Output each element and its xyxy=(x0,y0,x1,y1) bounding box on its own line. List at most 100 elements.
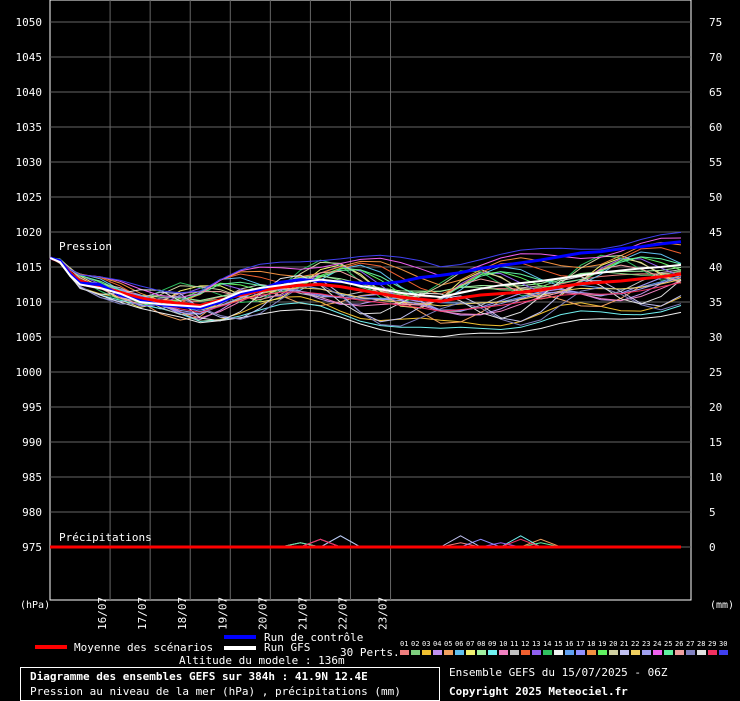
y-tick-left: 1005 xyxy=(16,331,43,344)
pert-color-swatch xyxy=(697,650,706,655)
copyright: Copyright 2025 Meteociel.fr xyxy=(449,685,628,698)
pert-color-swatch xyxy=(510,650,519,655)
x-tick-label: 16/07 xyxy=(96,597,109,630)
x-tick-label: 19/07 xyxy=(216,597,229,630)
y-tick-right: 70 xyxy=(709,51,722,64)
y-tick-left: 1045 xyxy=(16,51,43,64)
mean-legend-swatch xyxy=(35,645,67,649)
y-tick-right: 75 xyxy=(709,16,722,29)
y-tick-right: 0 xyxy=(709,541,716,554)
y-tick-left: 1015 xyxy=(16,261,43,274)
pert-color-swatch xyxy=(411,650,420,655)
pert-number: 03 xyxy=(422,640,431,648)
y-tick-left: 1025 xyxy=(16,191,43,204)
pert-number: 02 xyxy=(411,640,420,648)
pert-color-swatch xyxy=(521,650,530,655)
pert-number: 29 xyxy=(708,640,717,648)
pert-number: 07 xyxy=(466,640,475,648)
y-tick-right: 35 xyxy=(709,296,722,309)
pert-number: 27 xyxy=(686,640,695,648)
y-tick-right: 10 xyxy=(709,471,722,484)
pert-number: 20 xyxy=(609,640,618,648)
y-tick-left: 1020 xyxy=(16,226,43,239)
x-tick-label: 23/07 xyxy=(377,597,390,630)
pert-color-swatch xyxy=(631,650,640,655)
pert-color-swatch xyxy=(598,650,607,655)
pert-color-swatch xyxy=(455,650,464,655)
left-axis-unit: (hPa) xyxy=(20,600,51,611)
pert-number: 23 xyxy=(642,640,651,648)
pert-number: 11 xyxy=(510,640,519,648)
pert-number: 01 xyxy=(400,640,409,648)
x-tick-label: 22/07 xyxy=(336,597,349,630)
y-tick-left: 975 xyxy=(22,541,42,554)
pert-number: 13 xyxy=(532,640,541,648)
pert-color-swatch xyxy=(499,650,508,655)
precip-label: Précipitations xyxy=(59,531,152,544)
pert-color-swatch xyxy=(664,650,673,655)
y-tick-left: 1010 xyxy=(16,296,43,309)
y-tick-right: 40 xyxy=(709,261,722,274)
pert-color-swatch xyxy=(532,650,541,655)
x-tick-label: 18/07 xyxy=(176,597,189,630)
pert-color-swatch xyxy=(708,650,717,655)
gfs-legend-label: Run GFS xyxy=(264,641,311,654)
pert-number: 10 xyxy=(499,640,508,648)
pert-number: 19 xyxy=(598,640,607,648)
chart-subtitle: Pression au niveau de la mer (hPa) , pré… xyxy=(30,685,401,698)
y-tick-left: 1000 xyxy=(16,366,43,379)
y-tick-right: 50 xyxy=(709,191,722,204)
y-tick-right: 60 xyxy=(709,121,722,134)
pert-number: 15 xyxy=(554,640,563,648)
pert-number: 24 xyxy=(653,640,662,648)
pert-color-swatch xyxy=(642,650,651,655)
pert-color-swatch xyxy=(477,650,486,655)
pert-color-swatch xyxy=(554,650,563,655)
pert-number: 25 xyxy=(664,640,673,648)
pert-number: 26 xyxy=(675,640,684,648)
y-tick-right: 65 xyxy=(709,86,722,99)
y-tick-right: 15 xyxy=(709,436,722,449)
y-tick-right: 45 xyxy=(709,226,722,239)
mean-legend-label: Moyenne des scénarios xyxy=(74,641,214,654)
y-tick-right: 55 xyxy=(709,156,722,169)
x-tick-label: 20/07 xyxy=(256,597,269,630)
pert-color-swatch xyxy=(422,650,431,655)
right-axis-unit: (mm) xyxy=(710,600,735,611)
pert-number: 06 xyxy=(455,640,464,648)
y-tick-left: 995 xyxy=(22,401,42,414)
y-tick-left: 980 xyxy=(22,506,42,519)
run-info: Ensemble GEFS du 15/07/2025 - 06Z xyxy=(449,666,668,679)
y-tick-left: 990 xyxy=(22,436,42,449)
pert-color-swatch xyxy=(576,650,585,655)
x-tick-label: 17/07 xyxy=(136,597,149,630)
y-tick-right: 30 xyxy=(709,331,722,344)
pert-number: 17 xyxy=(576,640,585,648)
x-tick-label: 21/07 xyxy=(296,597,309,630)
pert-number: 22 xyxy=(631,640,640,648)
pert-color-swatch xyxy=(719,650,728,655)
pert-number: 14 xyxy=(543,640,552,648)
pert-color-swatch xyxy=(444,650,453,655)
pert-color-swatch xyxy=(433,650,442,655)
gfs-legend-swatch xyxy=(224,646,256,650)
pert-color-swatch xyxy=(653,650,662,655)
pert-color-swatch xyxy=(620,650,629,655)
pert-number: 28 xyxy=(697,640,706,648)
pert-number: 08 xyxy=(477,640,486,648)
pert-number: 09 xyxy=(488,640,497,648)
pert-color-swatch xyxy=(686,650,695,655)
y-tick-left: 1040 xyxy=(16,86,43,99)
pert-color-swatch xyxy=(400,650,409,655)
control-legend-swatch xyxy=(224,635,256,639)
pert-number: 18 xyxy=(587,640,596,648)
pert-number: 05 xyxy=(444,640,453,648)
pert-number: 12 xyxy=(521,640,530,648)
pressure-label: Pression xyxy=(59,240,112,253)
pert-color-swatch xyxy=(587,650,596,655)
pert-color-swatch xyxy=(466,650,475,655)
y-tick-left: 1035 xyxy=(16,121,43,134)
y-tick-right: 20 xyxy=(709,401,722,414)
pert-number: 21 xyxy=(620,640,629,648)
altitude-label: Altitude du modele : 136m xyxy=(179,654,345,667)
